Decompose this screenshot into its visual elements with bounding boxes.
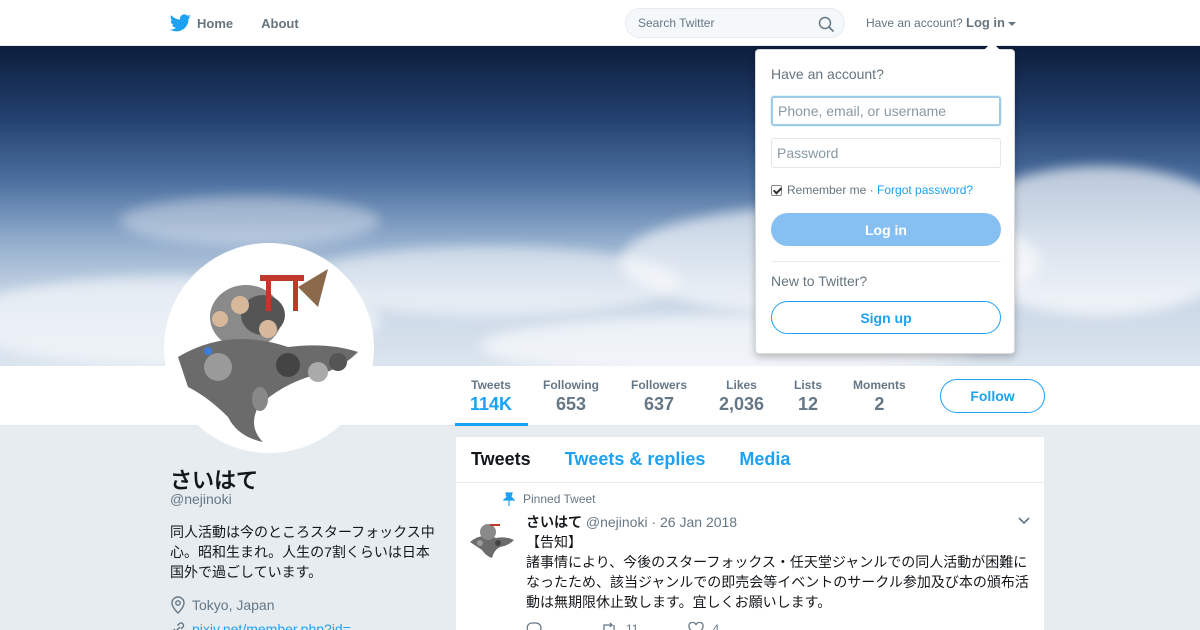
dropdown-title: Have an account?	[771, 66, 884, 82]
profile-bio: 同人活動は今のところスターフォックス中心。昭和生まれ。人生の7割くらいは日本国外…	[170, 524, 435, 580]
about-label: About	[261, 15, 299, 31]
website-text[interactable]: pixiv.net/member.php?id=...	[192, 621, 363, 630]
stat-value: 12	[797, 394, 819, 414]
stat-followers[interactable]: Followers 637	[631, 378, 687, 415]
stat-label: Following	[543, 378, 599, 392]
reply-icon	[526, 622, 542, 630]
tweet-menu-chevron-down-icon[interactable]	[1018, 517, 1030, 525]
forgot-password-link[interactable]: Forgot password?	[877, 183, 973, 197]
retweet-icon	[603, 622, 615, 630]
retweet-button[interactable]: 11	[600, 622, 638, 630]
stat-value: 114K	[470, 394, 513, 414]
tweet-date[interactable]: · 26 Jan 2018	[651, 514, 737, 530]
tweet-text-title: 【告知】	[526, 534, 582, 550]
timeline: Tweets Tweets & replies Media Pinned Twe…	[456, 437, 1044, 630]
tweet-header: さいはて @nejinoki · 26 Jan 2018	[526, 512, 737, 532]
remember-row: Remember me · Forgot password?	[771, 183, 973, 197]
top-navigation-bar: Home About Have an account? Log in	[0, 0, 1200, 46]
stat-likes[interactable]: Likes 2,036	[719, 378, 764, 415]
reply-button[interactable]	[526, 622, 550, 630]
stat-label: Followers	[631, 378, 688, 392]
profile-handle[interactable]: @nejinoki	[170, 491, 232, 507]
retweet-count: 11	[626, 622, 639, 630]
twitter-bird-icon	[170, 14, 191, 32]
banner-cloud	[120, 196, 380, 246]
about-nav-link[interactable]: About	[261, 16, 299, 31]
like-count: 4	[712, 622, 720, 630]
login-label: Log in	[966, 15, 1005, 30]
timeline-tabs: Tweets Tweets & replies Media	[456, 437, 1044, 483]
location-pin-icon	[171, 596, 185, 614]
password-field[interactable]	[771, 138, 1001, 168]
pinned-indicator: Pinned Tweet	[503, 492, 596, 506]
tab-media[interactable]: Media	[739, 449, 790, 470]
pin-icon	[503, 492, 515, 506]
profile-location: Tokyo, Japan	[170, 596, 275, 614]
stat-value: 2,036	[719, 394, 765, 414]
tweet-actions: 11 4	[526, 622, 826, 630]
stat-lists[interactable]: Lists 12	[794, 378, 822, 415]
stat-moments[interactable]: Moments 2	[853, 378, 906, 415]
pinned-label: Pinned Tweet	[523, 492, 596, 506]
heart-icon	[688, 622, 705, 630]
tab-tweets[interactable]: Tweets	[471, 449, 531, 470]
tweet-text-body: 諸事情により、今後のスターフォックス・任天堂ジャンルでの同人活動が困難になったた…	[526, 554, 1029, 610]
tweet-author-name[interactable]: さいはて	[526, 514, 582, 530]
stat-tweets[interactable]: Tweets 114K	[470, 378, 512, 415]
home-nav-link[interactable]: Home	[170, 14, 233, 32]
stat-value: 653	[555, 394, 587, 414]
stat-label: Tweets	[471, 378, 511, 392]
link-icon	[173, 622, 185, 630]
remember-label[interactable]: Remember me	[787, 183, 866, 197]
remember-checkbox[interactable]	[771, 184, 782, 196]
login-dropdown: Have an account? Remember me · Forgot pa…	[755, 42, 1015, 354]
profile-website[interactable]: pixiv.net/member.php?id=...	[170, 621, 363, 630]
tab-tweets-and-replies[interactable]: Tweets & replies	[565, 449, 706, 470]
profile-avatar[interactable]	[164, 243, 374, 453]
search-icon[interactable]	[818, 16, 834, 32]
search-input[interactable]	[638, 16, 808, 30]
follow-button[interactable]: Follow	[940, 379, 1045, 413]
avatar-artwork	[178, 269, 358, 442]
account-question: Have an account?	[866, 16, 963, 30]
tweet-avatar[interactable]	[468, 516, 516, 564]
signup-button[interactable]: Sign up	[771, 301, 1001, 334]
stat-label: Lists	[794, 378, 823, 392]
tweet-author-handle[interactable]: @nejinoki	[586, 514, 648, 530]
tweet-avatar-artwork	[470, 524, 514, 558]
stat-value: 2	[874, 394, 885, 414]
stat-value: 637	[643, 394, 675, 414]
active-stat-underline	[455, 423, 528, 426]
nav-left: Home About	[170, 0, 327, 46]
stat-label: Likes	[726, 378, 757, 392]
dropdown-divider	[771, 261, 1001, 262]
stat-label: Moments	[853, 378, 906, 392]
home-label: Home	[197, 15, 234, 31]
search-box	[625, 8, 845, 38]
location-text: Tokyo, Japan	[192, 597, 275, 613]
username-field[interactable]	[771, 96, 1001, 126]
separator-dot: ·	[866, 183, 878, 197]
login-button[interactable]: Log in	[771, 213, 1001, 246]
new-to-twitter-label: New to Twitter?	[771, 273, 868, 289]
tweet-text: 【告知】 諸事情により、今後のスターフォックス・任天堂ジャンルでの同人活動が困難…	[526, 532, 1036, 612]
login-dropdown-toggle[interactable]: Log in	[966, 15, 1016, 30]
stat-following[interactable]: Following 653	[543, 378, 599, 415]
caret-down-icon	[1008, 21, 1016, 26]
like-button[interactable]: 4	[688, 622, 719, 630]
